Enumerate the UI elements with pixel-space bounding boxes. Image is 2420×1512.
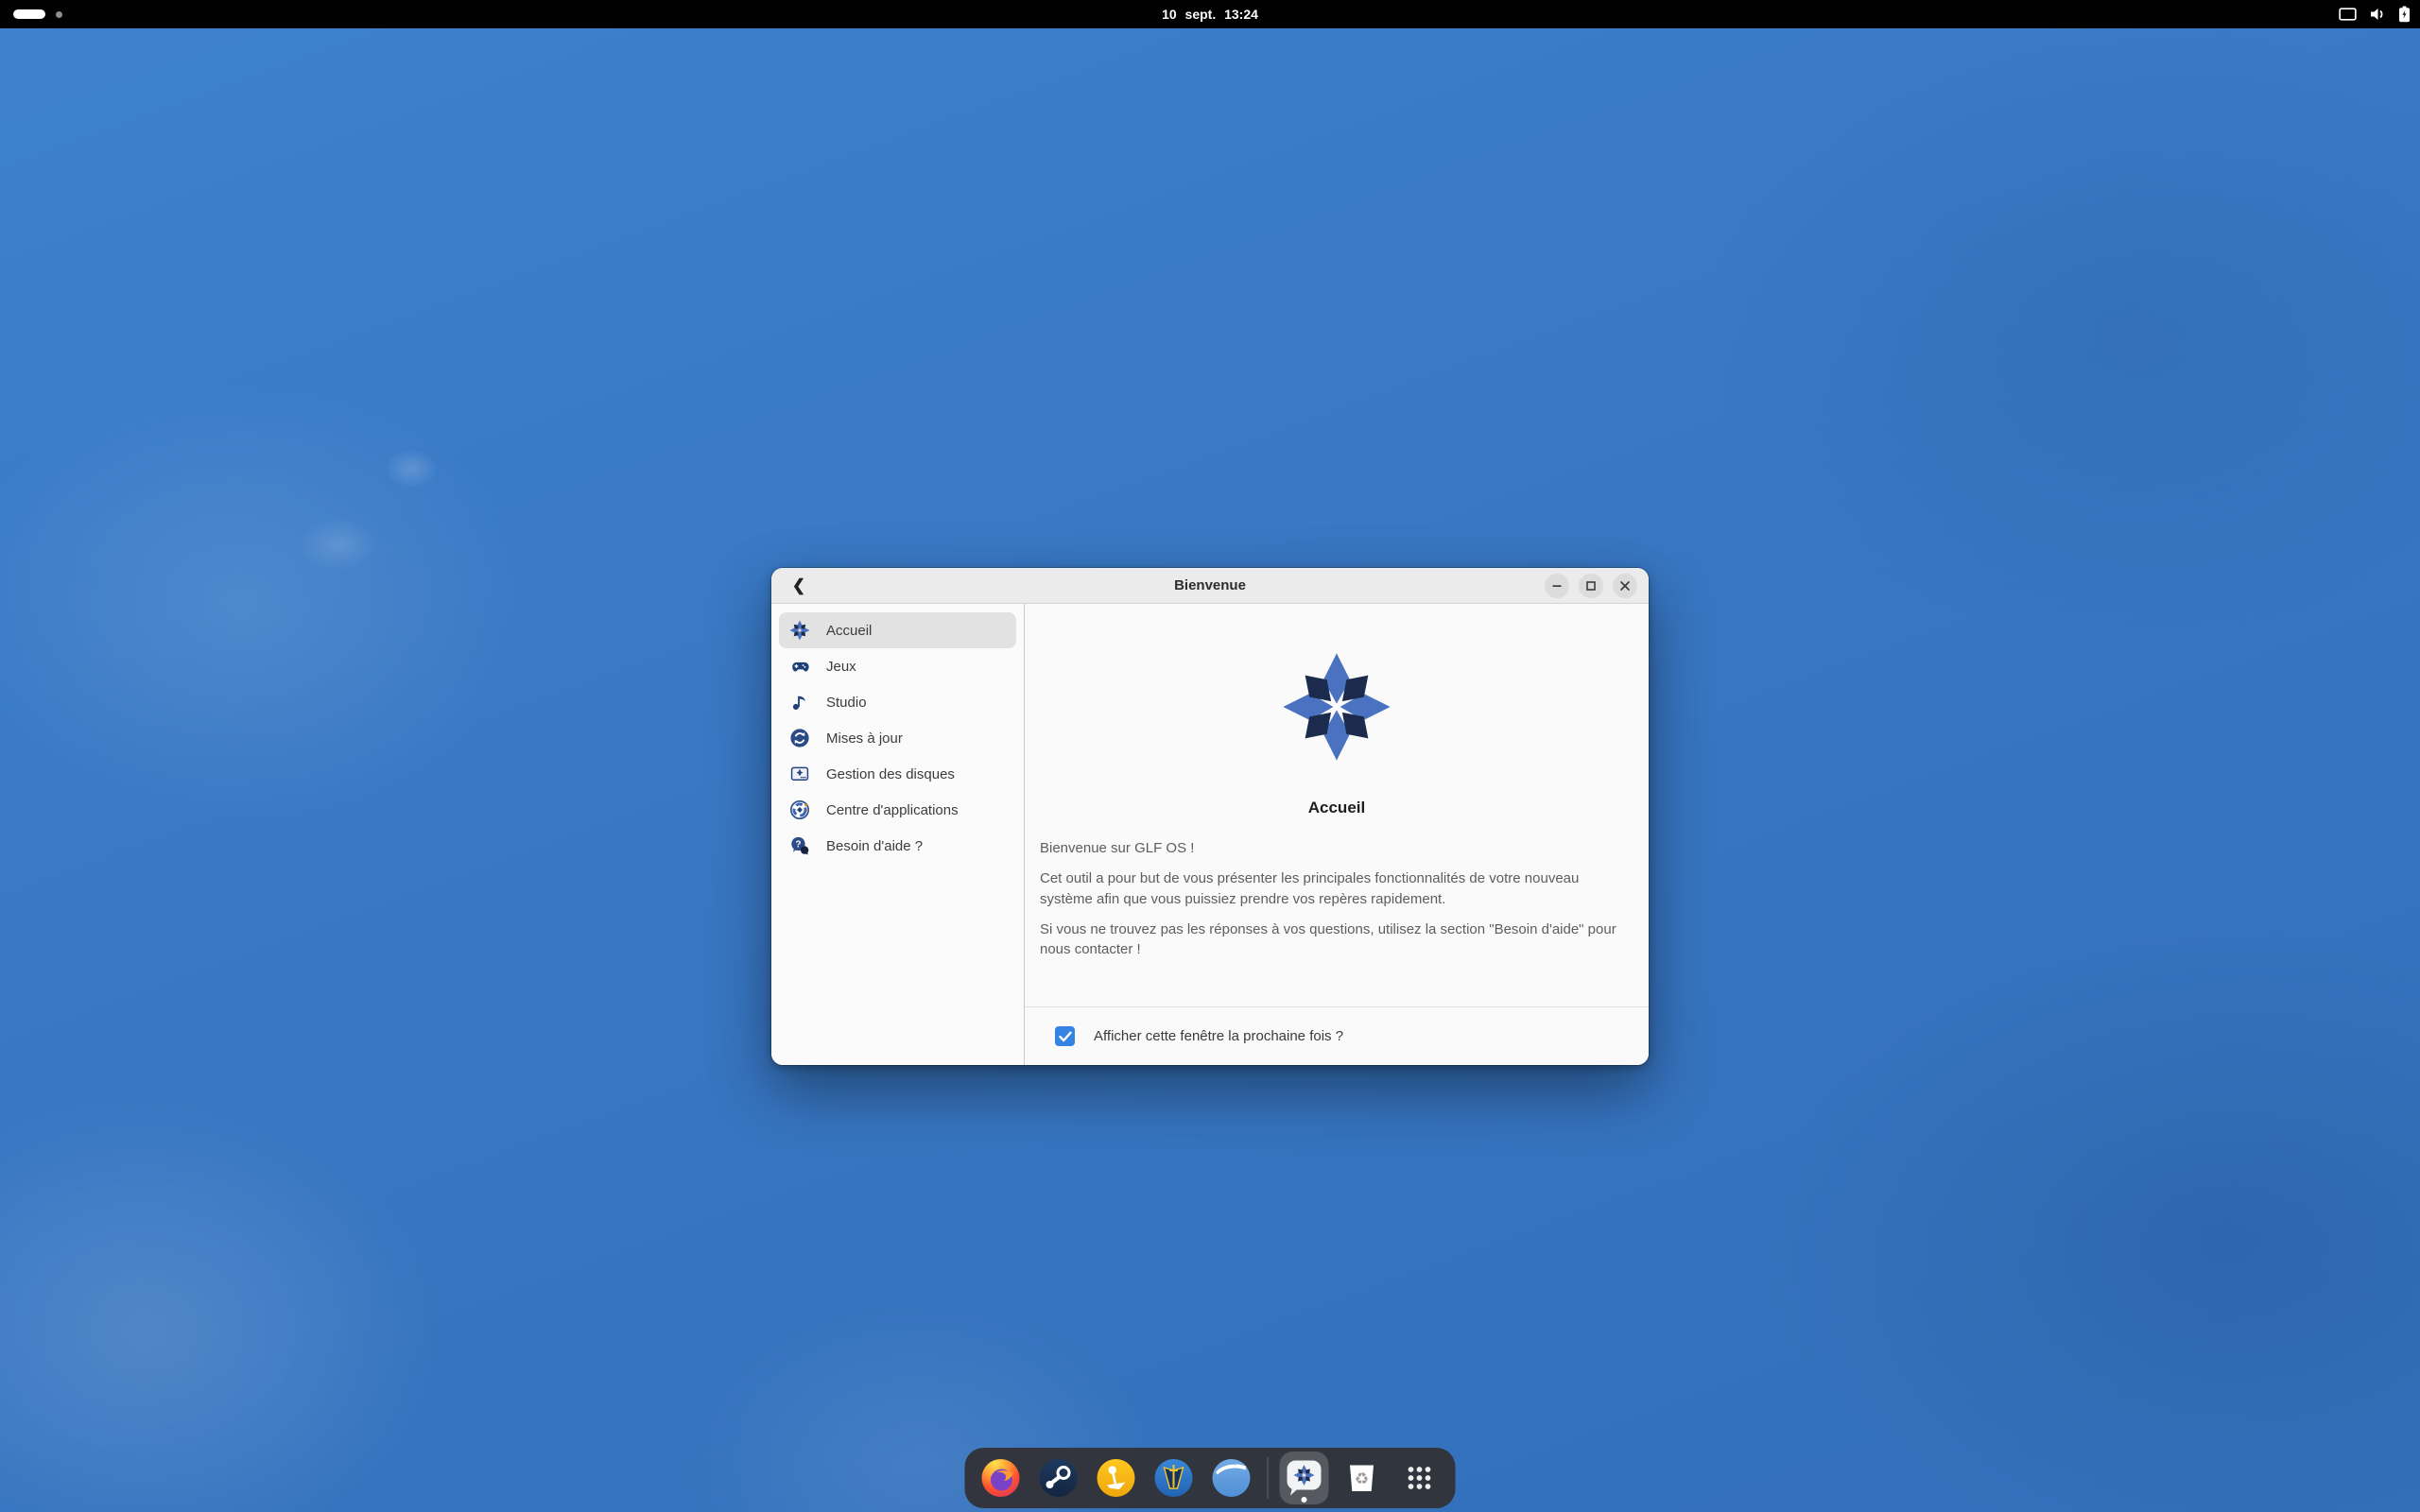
sidebar-item-label: Jeux <box>826 658 856 675</box>
back-button[interactable]: ❮ <box>786 574 811 598</box>
web-browser-icon <box>1212 1459 1251 1497</box>
lutris-icon <box>1097 1459 1135 1497</box>
volume-icon <box>2369 7 2386 22</box>
welcome-window: ❮ Bienvenue Accueil Jeux Studio Mises à … <box>771 568 1649 1065</box>
firefox-icon <box>981 1459 1020 1497</box>
sidebar: Accueil Jeux Studio Mises à jour Gestion… <box>771 604 1025 1065</box>
paragraph: Bienvenue sur GLF OS ! <box>1040 840 1195 856</box>
dock-item-steam[interactable] <box>1034 1452 1083 1504</box>
glf-os-logo <box>1283 653 1391 761</box>
sidebar-item-label: Studio <box>826 694 867 711</box>
sidebar-item-label: Mises à jour <box>826 730 903 747</box>
welcome-text: Bienvenue sur GLF OS ! Cet outil a pour … <box>1040 838 1626 970</box>
top-bar: 10 sept. 13:24 <box>0 0 2420 28</box>
workspace-active-pill <box>13 9 45 19</box>
glf-welcome-icon <box>1287 1460 1322 1496</box>
sidebar-item-studio[interactable]: Studio <box>779 684 1016 720</box>
sidebar-item-centre-applications[interactable]: Centre d'applications <box>779 792 1016 828</box>
glf-snowflake-icon <box>789 620 810 641</box>
show-next-time-checkbox[interactable] <box>1055 1026 1075 1046</box>
sidebar-item-label: Besoin d'aide ? <box>826 837 924 854</box>
dock-item-trash[interactable]: ♻ <box>1338 1452 1387 1504</box>
sidebar-item-accueil[interactable]: Accueil <box>779 612 1016 648</box>
window-titlebar[interactable]: ❮ Bienvenue <box>771 568 1649 604</box>
screen-cast-icon <box>2339 7 2357 22</box>
battery-charging-icon <box>2398 6 2411 23</box>
dock-item-glf-welcome[interactable] <box>1279 1452 1329 1504</box>
maximize-button[interactable] <box>1579 573 1603 598</box>
help-bubbles-icon: ? <box>789 835 810 856</box>
dock-item-lutris[interactable] <box>1092 1452 1141 1504</box>
workspace-dot <box>56 10 62 18</box>
trash-icon: ♻ <box>1350 1465 1374 1491</box>
sidebar-item-label: Gestion des disques <box>826 765 955 782</box>
disk-drive-icon <box>789 764 810 784</box>
svg-text:?: ? <box>795 839 801 850</box>
workspace-indicator[interactable] <box>13 9 62 19</box>
refresh-icon <box>789 728 810 748</box>
show-apps-button[interactable] <box>1395 1452 1444 1504</box>
steam-icon <box>1039 1459 1078 1497</box>
paragraph: Cet outil a pour but de vous présenter l… <box>1040 870 1580 907</box>
sidebar-item-besoin-aide[interactable]: ? Besoin d'aide ? <box>779 828 1016 864</box>
sidebar-item-jeux[interactable]: Jeux <box>779 648 1016 684</box>
paragraph: Si vous ne trouvez pas les réponses à vo… <box>1040 920 1616 958</box>
dock-item-heroic[interactable] <box>1150 1452 1199 1504</box>
running-indicator-dot <box>1301 1497 1307 1503</box>
music-note-icon <box>789 692 810 713</box>
show-apps-grid-icon <box>1408 1467 1431 1489</box>
app-center-icon <box>789 799 810 820</box>
sidebar-item-mises-a-jour[interactable]: Mises à jour <box>779 720 1016 756</box>
sidebar-item-label: Accueil <box>826 622 873 639</box>
gamepad-icon <box>789 656 810 677</box>
content-pane: Accueil Bienvenue sur GLF OS ! Cet outil… <box>1025 604 1649 1065</box>
heroic-games-icon <box>1154 1459 1193 1497</box>
minimize-button[interactable] <box>1545 573 1569 598</box>
system-status-area[interactable] <box>2339 0 2411 28</box>
sidebar-item-label: Centre d'applications <box>826 801 959 818</box>
window-title: Bienvenue <box>1174 577 1246 593</box>
show-next-time-label: Afficher cette fenêtre la prochaine fois… <box>1094 1028 1344 1044</box>
clock[interactable]: 10 sept. 13:24 <box>1162 0 1258 28</box>
show-next-time-row: Afficher cette fenêtre la prochaine fois… <box>1025 1006 1649 1065</box>
page-title: Accueil <box>1307 799 1366 816</box>
dock-item-firefox[interactable] <box>977 1452 1026 1504</box>
svg-text:♻: ♻ <box>1355 1470 1369 1489</box>
dock-item-web-browser[interactable] <box>1207 1452 1256 1504</box>
sidebar-item-gestion-des-disques[interactable]: Gestion des disques <box>779 756 1016 792</box>
dock-separator <box>1267 1457 1269 1499</box>
dock: ♻ <box>964 1448 1456 1508</box>
close-button[interactable] <box>1613 573 1637 598</box>
